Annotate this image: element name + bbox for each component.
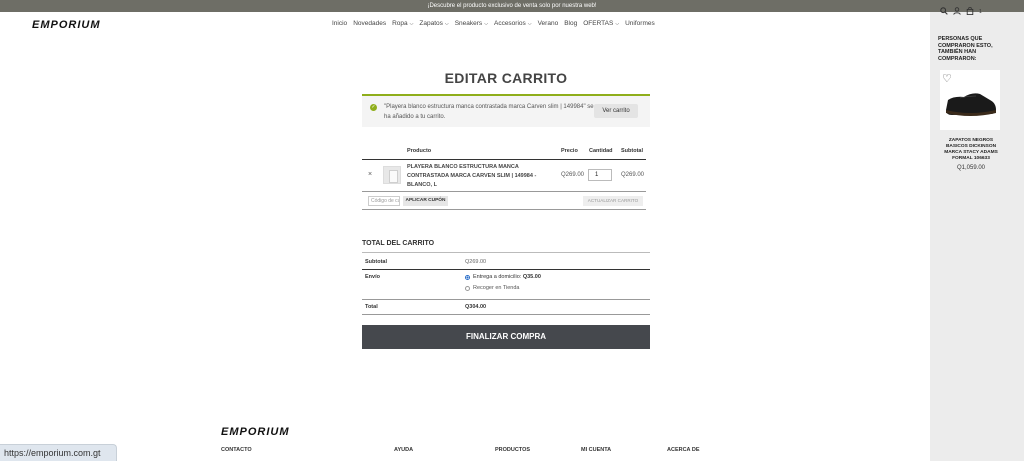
divider <box>362 269 650 270</box>
footer-col-help: AYUDA <box>394 447 414 453</box>
divider <box>362 299 650 300</box>
footer-col-account: MI CUENTA <box>581 447 612 453</box>
divider <box>362 314 650 315</box>
page-title: EDITAR CARRITO <box>444 70 568 86</box>
nav-item-blog[interactable]: Blog <box>564 20 577 27</box>
footer-col-contact: CONTACTO <box>221 447 252 453</box>
col-header-price: Precio <box>561 148 578 154</box>
product-name[interactable]: PLAYERA BLANCO ESTRUCTURA MANCA CONTRAST… <box>407 163 547 189</box>
nav-item-verano[interactable]: Verano <box>538 20 559 27</box>
update-cart-button[interactable]: ACTUALIZAR CARRITO <box>583 196 643 206</box>
check-icon: ✓ <box>370 104 377 111</box>
chevron-down-icon: ⌵ <box>527 21 532 27</box>
apply-coupon-button[interactable]: APLICAR CUPÓN <box>403 196 448 206</box>
main-nav: Inicio Novedades Ropa ⌵ Zapatos ⌵ Sneakers… <box>332 20 655 27</box>
shipping-delivery-label[interactable]: Entrega a domicilio: Q35.00 <box>473 274 541 280</box>
related-product-price: Q1,059.00 <box>956 165 986 171</box>
footer-col-about: ACERCA DE <box>667 447 700 453</box>
cart-count: 1 <box>979 9 982 15</box>
view-cart-button[interactable]: Ver carrito <box>594 104 638 118</box>
remove-item-icon[interactable]: × <box>368 171 372 178</box>
chevron-down-icon: ⌵ <box>444 21 449 27</box>
nav-item-ofertas[interactable]: OFERTAS ⌵ <box>583 20 619 27</box>
nav-item-ropa[interactable]: Ropa ⌵ <box>392 20 413 27</box>
col-header-product: Producto <box>407 148 432 154</box>
divider <box>362 209 646 210</box>
cart-notice: ✓ "Playera blanco estructura manca contr… <box>362 94 650 127</box>
nav-item-uniformes[interactable]: Uniformes <box>625 20 655 27</box>
product-thumbnail[interactable] <box>383 166 401 184</box>
nav-item-novedades[interactable]: Novedades <box>353 20 386 27</box>
announcement-bar: ¡Descubre el producto exclusivo de venta… <box>0 0 1024 12</box>
footer-logo[interactable]: EMPORIUM <box>221 426 290 438</box>
col-header-quantity: Cantidad <box>589 148 613 154</box>
divider <box>362 252 650 253</box>
total-value: Q304.00 <box>465 304 487 310</box>
related-product-name[interactable]: ZAPATOS NEGROS BASICOS DICKINSON MARCA S… <box>944 138 998 162</box>
total-label: Total <box>365 304 378 310</box>
divider <box>362 159 646 160</box>
heart-icon[interactable]: ♡ <box>942 72 952 85</box>
related-title: PERSONAS QUE COMPRARON ESTO, TAMBIÉN HAN… <box>938 36 993 62</box>
shipping-pickup-radio[interactable] <box>465 286 470 291</box>
notice-message: "Playera blanco estructura manca contras… <box>384 104 594 120</box>
browser-status-url: https://emporium.com.gt <box>0 444 117 461</box>
shipping-pickup-label[interactable]: Recoger en Tienda <box>473 285 519 291</box>
subtotal-value: Q269.00 <box>465 259 487 265</box>
shipping-delivery-radio[interactable] <box>465 275 470 280</box>
footer-col-products: PRODUCTOS <box>495 447 531 453</box>
search-icon[interactable] <box>940 7 948 17</box>
checkout-button[interactable]: FINALIZAR COMPRA <box>362 325 650 349</box>
nav-item-zapatos[interactable]: Zapatos ⌵ <box>419 20 448 27</box>
cart-totals-title: TOTAL DEL CARRITO <box>362 240 435 247</box>
header-icons: 1 <box>940 6 982 17</box>
subtotal-label: Subtotal <box>365 259 387 265</box>
col-header-subtotal: Subtotal <box>621 148 643 154</box>
nav-item-accesorios[interactable]: Accesorios ⌵ <box>494 20 532 27</box>
user-icon[interactable] <box>953 7 961 17</box>
chevron-down-icon: ⌵ <box>484 21 488 27</box>
cart-icon[interactable] <box>966 6 974 17</box>
nav-item-inicio[interactable]: Inicio <box>332 20 347 27</box>
nav-item-sneakers[interactable]: Sneakers ⌵ <box>455 20 488 27</box>
chevron-down-icon: ⌵ <box>615 21 620 27</box>
site-logo[interactable]: EMPORIUM <box>32 19 101 31</box>
divider <box>362 191 646 192</box>
chevron-down-icon: ⌵ <box>409 21 414 27</box>
site-header: EMPORIUM Inicio Novedades Ropa ⌵ Zapatos ⌵… <box>0 12 930 38</box>
product-price: Q269.00 <box>561 172 585 178</box>
coupon-input[interactable]: Código de cupón <box>368 196 400 206</box>
shipping-label: Envío <box>365 274 380 280</box>
product-subtotal: Q269.00 <box>621 172 645 178</box>
quantity-input[interactable]: 1 <box>588 169 612 181</box>
